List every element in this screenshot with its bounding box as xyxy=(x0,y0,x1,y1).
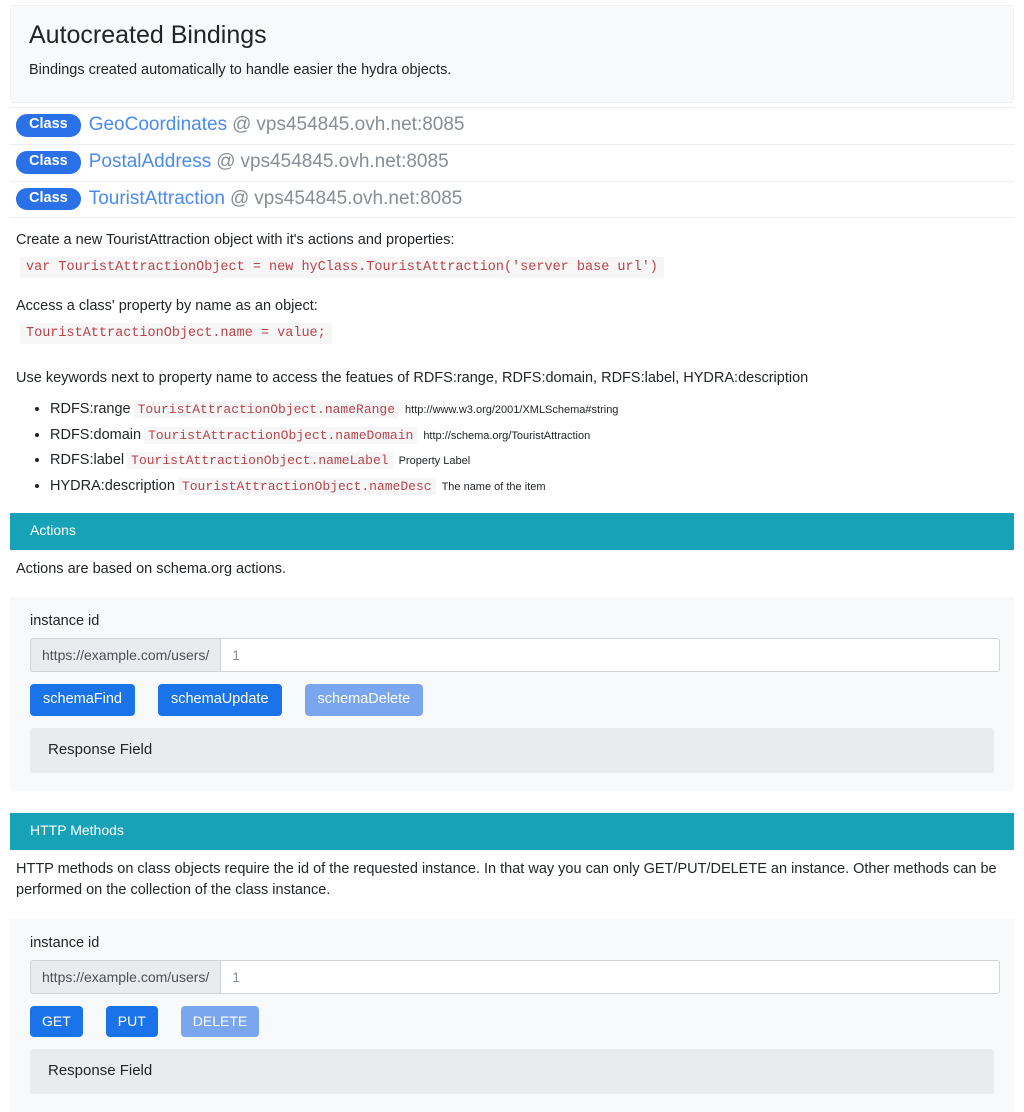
class-separator: @ xyxy=(232,114,252,136)
http-methods-section: HTTP Methods HTTP methods on class objec… xyxy=(10,812,1014,1112)
page-title: Autocreated Bindings xyxy=(29,21,267,49)
class-badge: Class xyxy=(16,187,81,211)
list-item: HYDRA:descriptionTouristAttractionObject… xyxy=(50,474,1008,499)
class-host: vps454845.ovh.net:8085 xyxy=(240,150,449,172)
actions-instance-id-input[interactable] xyxy=(220,638,1000,673)
class-list-item[interactable]: Class TouristAttraction @ vps454845.ovh.… xyxy=(10,180,1014,219)
class-list-item[interactable]: Class PostalAddress @ vps454845.ovh.net:… xyxy=(10,143,1014,182)
keyword-note: http://www.w3.org/2001/XMLSchema#string xyxy=(405,404,619,417)
page-header-card: Autocreated Bindings Bindings created au… xyxy=(10,5,1014,104)
keyword-note: http://schema.org/TouristAttraction xyxy=(423,429,591,442)
page-root: Autocreated Bindings Bindings created au… xyxy=(0,5,1024,1112)
http-methods-panel: instance id https://example.com/users/ G… xyxy=(10,919,1014,1112)
keyword-note: The name of the item xyxy=(441,480,546,493)
keyword-code: TouristAttractionObject.nameRange xyxy=(133,401,400,419)
put-button[interactable]: PUT xyxy=(105,1006,158,1038)
actions-section: Actions Actions are based on schema.org … xyxy=(10,512,1014,791)
class-badge: Class xyxy=(16,114,81,138)
keyword-label: HYDRA:description xyxy=(50,477,175,494)
actions-response-field: Response Field xyxy=(30,727,994,773)
actions-panel: instance id https://example.com/users/ s… xyxy=(10,597,1014,791)
class-host: vps454845.ovh.net:8085 xyxy=(254,187,463,209)
keyword-label: RDFS:label xyxy=(50,452,125,469)
http-methods-intro: HTTP methods on class objects require th… xyxy=(10,849,1014,912)
page-subtitle: Bindings created automatically to handle… xyxy=(29,62,452,78)
keyword-code: TouristAttractionObject.nameLabel xyxy=(127,452,393,470)
keyword-note: Property Label xyxy=(398,455,471,468)
class-list: Class GeoCoordinates @ vps454845.ovh.net… xyxy=(10,107,1014,219)
http-instance-id-label: instance id xyxy=(30,935,100,952)
class-separator: @ xyxy=(229,187,250,209)
keyword-label: RDFS:domain xyxy=(50,426,142,443)
delete-button[interactable]: DELETE xyxy=(180,1006,260,1038)
section-spacer xyxy=(10,790,1014,805)
actions-button-row: schemaFind schemaUpdate schemaDelete xyxy=(30,684,994,716)
class-list-item[interactable]: Class GeoCoordinates @ vps454845.ovh.net… xyxy=(10,107,1014,145)
create-code-snippet: var TouristAttractionObject = new hyClas… xyxy=(20,257,664,279)
access-instruction: Access a class' property by name as an o… xyxy=(16,298,318,315)
actions-base-url-addon: https://example.com/users/ xyxy=(30,638,221,673)
http-button-row: GET PUT DELETE xyxy=(30,1006,994,1038)
actions-intro: Actions are based on schema.org actions. xyxy=(10,549,1014,590)
actions-instance-input-group: https://example.com/users/ xyxy=(30,638,1000,673)
class-host: vps454845.ovh.net:8085 xyxy=(256,114,465,136)
keyword-label: RDFS:range xyxy=(50,401,131,418)
http-instance-id-input[interactable] xyxy=(220,960,1000,995)
class-separator: @ xyxy=(216,150,236,172)
keywords-list: RDFS:rangeTouristAttractionObject.nameRa… xyxy=(16,397,1008,499)
class-link-touristattraction[interactable]: TouristAttraction xyxy=(89,187,225,212)
create-instruction: Create a new TouristAttraction object wi… xyxy=(16,232,455,249)
class-badge: Class xyxy=(16,150,81,174)
keyword-code: TouristAttractionObject.nameDomain xyxy=(144,426,418,444)
schema-delete-button[interactable]: schemaDelete xyxy=(304,684,424,716)
access-code-snippet: TouristAttractionObject.name = value; xyxy=(20,323,332,345)
schema-update-button[interactable]: schemaUpdate xyxy=(157,684,282,716)
list-item: RDFS:domainTouristAttractionObject.nameD… xyxy=(50,423,1008,448)
list-item: RDFS:labelTouristAttractionObject.nameLa… xyxy=(50,448,1008,473)
actions-section-header: Actions xyxy=(10,512,1014,550)
schema-find-button[interactable]: schemaFind xyxy=(30,684,135,716)
http-methods-section-header: HTTP Methods xyxy=(10,812,1014,850)
http-base-url-addon: https://example.com/users/ xyxy=(30,960,221,995)
http-instance-input-group: https://example.com/users/ xyxy=(30,960,1000,995)
class-link-geocoordinates[interactable]: GeoCoordinates xyxy=(89,113,227,138)
class-documentation: Create a new TouristAttraction object wi… xyxy=(10,230,1014,499)
actions-instance-id-label: instance id xyxy=(30,613,100,630)
http-response-field: Response Field xyxy=(30,1049,994,1095)
keywords-instruction: Use keywords next to property name to ac… xyxy=(16,370,809,387)
list-item: RDFS:rangeTouristAttractionObject.nameRa… xyxy=(50,397,1008,422)
get-button[interactable]: GET xyxy=(30,1006,83,1038)
keyword-code: TouristAttractionObject.nameDesc xyxy=(177,477,436,495)
class-link-postaladdress[interactable]: PostalAddress xyxy=(89,150,212,175)
